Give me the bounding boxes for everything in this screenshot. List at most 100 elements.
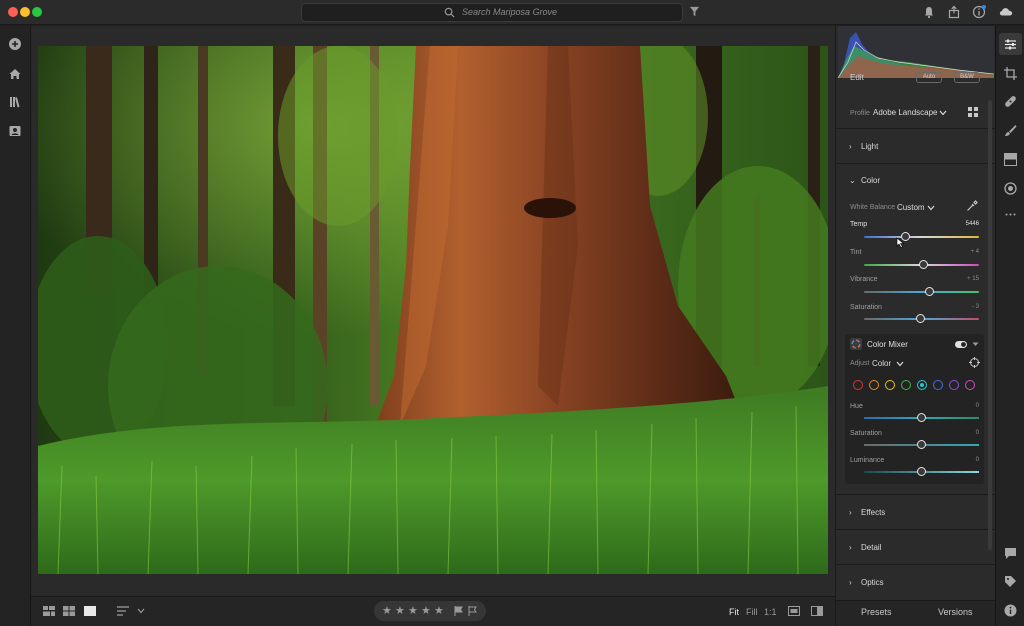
add-photos-icon[interactable] bbox=[8, 37, 22, 51]
saturation-slider-thumb[interactable] bbox=[915, 314, 925, 323]
color-section-header[interactable]: ⌄ Color bbox=[836, 172, 996, 190]
chevron-down-icon[interactable] bbox=[972, 342, 979, 347]
color-swatch[interactable] bbox=[949, 380, 959, 390]
star-icon[interactable]: ★ bbox=[395, 604, 405, 617]
notifications-bell-icon[interactable] bbox=[922, 5, 936, 19]
saturation-value[interactable]: - 3 bbox=[972, 304, 979, 310]
color-swatch[interactable] bbox=[965, 380, 975, 390]
luminance-slider-thumb[interactable] bbox=[917, 467, 926, 476]
search-icon bbox=[444, 7, 455, 18]
flag-pick-icon[interactable] bbox=[454, 606, 464, 616]
people-icon[interactable] bbox=[8, 124, 22, 138]
color-swatch[interactable] bbox=[869, 380, 879, 390]
comment-icon[interactable] bbox=[1004, 547, 1017, 560]
library-icon[interactable] bbox=[8, 95, 22, 109]
star-icon[interactable]: ★ bbox=[408, 604, 418, 617]
filter-icon[interactable] bbox=[689, 6, 700, 17]
mixer-saturation-slider-thumb[interactable] bbox=[917, 440, 926, 449]
flag-reject-icon[interactable] bbox=[468, 606, 478, 616]
effects-section-header[interactable]: › Effects bbox=[836, 504, 996, 522]
zoom-one-to-one-option[interactable]: 1:1 bbox=[764, 607, 777, 617]
chevron-down-icon[interactable] bbox=[927, 205, 935, 211]
hue-slider-thumb[interactable] bbox=[917, 413, 926, 422]
color-swatch[interactable] bbox=[901, 380, 911, 390]
white-balance-dropdown[interactable]: Custom bbox=[897, 203, 925, 212]
detail-view-icon[interactable] bbox=[84, 606, 96, 616]
light-section-label: Light bbox=[861, 142, 879, 151]
minimize-window-button[interactable] bbox=[20, 7, 30, 17]
grid-view-icon[interactable] bbox=[63, 606, 75, 616]
eyedropper-icon[interactable] bbox=[966, 200, 978, 212]
chevron-right-icon: › bbox=[849, 142, 852, 151]
title-bar: Search Mariposa Grove bbox=[0, 0, 1024, 25]
sort-icon[interactable] bbox=[117, 606, 129, 616]
zoom-window-button[interactable] bbox=[32, 7, 42, 17]
optics-section-header[interactable]: › Optics bbox=[836, 574, 996, 592]
zoom-fill-option[interactable]: Fill bbox=[746, 607, 758, 617]
chevron-right-icon: › bbox=[849, 508, 852, 517]
info-icon[interactable] bbox=[1004, 604, 1017, 617]
before-after-icon[interactable] bbox=[811, 606, 823, 616]
edit-panel: Edit Auto B&W Profile Adobe Landscape › … bbox=[835, 26, 996, 600]
edit-sliders-icon[interactable] bbox=[1004, 38, 1017, 51]
cloud-sync-icon[interactable] bbox=[999, 5, 1013, 19]
share-icon[interactable] bbox=[947, 5, 961, 19]
color-swatch[interactable] bbox=[933, 380, 943, 390]
zoom-fit-option[interactable]: Fit bbox=[729, 607, 739, 617]
presets-button[interactable]: Presets bbox=[861, 607, 892, 617]
mixer-saturation-label: Saturation bbox=[850, 430, 882, 437]
sort-chevron-down-icon[interactable] bbox=[137, 608, 145, 614]
auto-button[interactable]: Auto bbox=[916, 72, 942, 83]
profile-browser-icon[interactable] bbox=[968, 107, 978, 117]
home-icon[interactable] bbox=[8, 67, 22, 81]
temp-value[interactable]: 5446 bbox=[966, 221, 979, 227]
crop-icon[interactable] bbox=[1004, 67, 1017, 80]
search-field[interactable]: Search Mariposa Grove bbox=[301, 3, 683, 22]
profile-dropdown[interactable]: Adobe Landscape bbox=[873, 108, 938, 117]
help-info-icon[interactable] bbox=[972, 5, 986, 19]
versions-button[interactable]: Versions bbox=[938, 607, 973, 617]
temp-slider-track[interactable] bbox=[864, 236, 979, 238]
linear-gradient-icon[interactable] bbox=[1004, 153, 1017, 166]
photo-canvas[interactable] bbox=[31, 26, 835, 596]
hue-label: Hue bbox=[850, 403, 863, 410]
square-grid-view-icon[interactable] bbox=[43, 606, 55, 616]
bw-button[interactable]: B&W bbox=[954, 72, 980, 83]
chevron-down-icon[interactable] bbox=[896, 361, 904, 367]
tint-slider-thumb[interactable] bbox=[919, 260, 929, 269]
photo-sequoia-forest[interactable] bbox=[38, 46, 828, 574]
keyword-tag-icon[interactable] bbox=[1004, 575, 1017, 588]
tint-label: Tint bbox=[850, 249, 862, 256]
star-icon[interactable]: ★ bbox=[434, 604, 444, 617]
mixer-saturation-value[interactable]: 0 bbox=[976, 430, 979, 436]
brush-icon[interactable] bbox=[1004, 124, 1017, 137]
star-rating[interactable]: ★ ★ ★ ★ ★ bbox=[374, 601, 486, 621]
color-swatch[interactable] bbox=[885, 380, 895, 390]
toggle-switch-icon[interactable] bbox=[955, 341, 967, 348]
vibrance-slider-track[interactable] bbox=[864, 291, 979, 293]
detail-section-header[interactable]: › Detail bbox=[836, 539, 996, 557]
target-adjust-icon[interactable] bbox=[969, 357, 980, 368]
profile-label: Profile bbox=[850, 110, 870, 117]
close-window-button[interactable] bbox=[8, 7, 18, 17]
hue-value[interactable]: 0 bbox=[976, 403, 979, 409]
color-mixer-panel: Color Mixer Adjust Color Hue 0 Saturatio… bbox=[845, 334, 984, 484]
adjust-dropdown[interactable]: Color bbox=[872, 359, 891, 368]
lightroom-window: Search Mariposa Grove ★ ★ ★ ★ ★ Fit Fill… bbox=[0, 0, 1024, 626]
color-swatch[interactable] bbox=[917, 380, 927, 390]
vibrance-value[interactable]: + 15 bbox=[967, 276, 979, 282]
radial-gradient-icon[interactable] bbox=[1004, 182, 1017, 195]
chevron-down-icon[interactable] bbox=[939, 110, 947, 116]
healing-bandage-icon[interactable] bbox=[1004, 95, 1017, 108]
adjust-label: Adjust bbox=[850, 360, 870, 367]
more-options-icon[interactable] bbox=[1004, 208, 1017, 221]
star-icon[interactable]: ★ bbox=[421, 604, 431, 617]
compare-view-icon[interactable] bbox=[788, 606, 800, 616]
color-swatch[interactable] bbox=[853, 380, 863, 390]
vibrance-slider-thumb[interactable] bbox=[925, 287, 935, 296]
light-section-header[interactable]: › Light bbox=[836, 138, 996, 156]
panel-scrollbar[interactable] bbox=[988, 100, 992, 550]
star-icon[interactable]: ★ bbox=[382, 604, 392, 617]
luminance-value[interactable]: 0 bbox=[976, 457, 979, 463]
tint-value[interactable]: + 4 bbox=[970, 249, 979, 255]
